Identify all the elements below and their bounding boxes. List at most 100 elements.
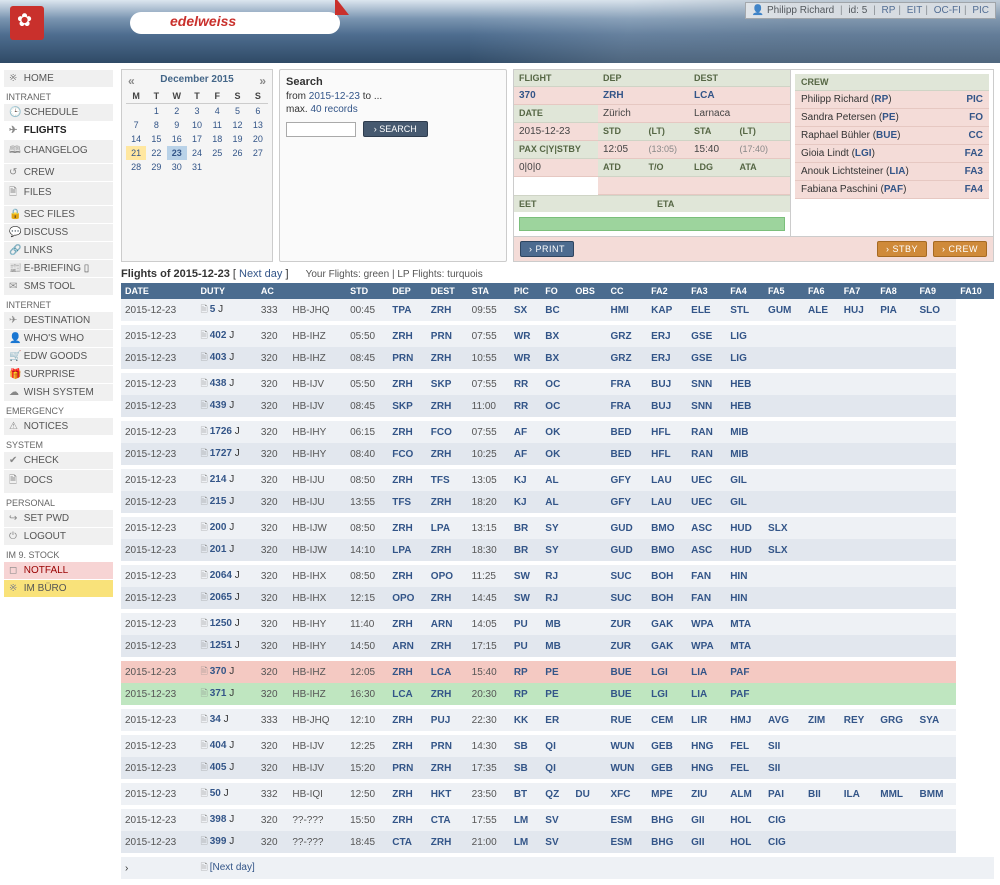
flight-row[interactable]: 2015-12-23🗎50 J332HB-IQI12:50ZRHHKT23:50… xyxy=(121,783,994,805)
topbar-link[interactable]: RP xyxy=(881,5,895,16)
flight-detail-panel: FLIGHT DEPDEST 370 ZRHLCA DATE ZürichLar… xyxy=(513,69,994,262)
topbar-link[interactable]: OC-FI xyxy=(934,5,961,16)
cal-day[interactable]: 28 xyxy=(126,160,146,174)
sidebar-item[interactable]: ↪ SET PWD xyxy=(4,510,113,527)
cal-day[interactable]: 19 xyxy=(227,132,247,146)
sidebar-item[interactable]: 💬 DISCUSS xyxy=(4,224,113,241)
sidebar-item[interactable]: ✔ CHECK xyxy=(4,452,113,469)
cal-day[interactable]: 24 xyxy=(187,146,207,160)
flight-row[interactable]: 2015-12-23🗎2064 J320HB-IHX08:50ZRHOPO11:… xyxy=(121,565,994,587)
flight-row[interactable]: 2015-12-23🗎1251 J320HB-IHY14:50ARNZRH17:… xyxy=(121,635,994,657)
cal-title: December 2015 xyxy=(160,74,233,85)
search-input[interactable] xyxy=(286,122,356,137)
sidebar-item[interactable]: ☁ WISH SYSTEM xyxy=(4,384,113,401)
cal-day[interactable]: 23 xyxy=(167,146,187,160)
sidebar-item[interactable]: ✉ SMS TOOL xyxy=(4,278,113,295)
cal-day[interactable]: 5 xyxy=(227,104,247,119)
sidebar-item[interactable]: 🛒 EDW GOODS xyxy=(4,348,113,365)
sidebar-item[interactable]: ✈ DESTINATION xyxy=(4,312,113,329)
sidebar-item[interactable]: ⏻ LOGOUT xyxy=(4,528,113,545)
cal-day[interactable] xyxy=(207,160,227,174)
flight-row[interactable]: 2015-12-23🗎1726 J320HB-IHY06:15ZRHFCO07:… xyxy=(121,421,994,443)
sidebar-item[interactable]: ↺ CREW xyxy=(4,164,113,181)
flight-row[interactable]: 2015-12-23🗎1250 J320HB-IHY11:40ZRHARN14:… xyxy=(121,613,994,635)
sidebar-item[interactable]: ※ IM BÜRO xyxy=(4,580,113,597)
sidebar-item[interactable]: 🔗 LINKS xyxy=(4,242,113,259)
sidebar-item[interactable]: 🔒 SEC FILES xyxy=(4,206,113,223)
cal-day[interactable]: 11 xyxy=(207,118,227,132)
print-button[interactable]: › PRINT xyxy=(520,241,574,257)
sidebar-item[interactable]: ⚠ NOTICES xyxy=(4,418,113,435)
app-header: edelweiss 👤 Philipp Richard | id: 5 | RP… xyxy=(0,0,1000,63)
flight-row[interactable]: 2015-12-23🗎5 J333HB-JHQ00:45TPAZRH09:55S… xyxy=(121,299,994,321)
sidebar-item[interactable]: 🕮 CHANGELOG xyxy=(4,140,113,163)
cal-day[interactable]: 25 xyxy=(207,146,227,160)
sidebar-item[interactable]: 👤 WHO'S WHO xyxy=(4,330,113,347)
flight-row[interactable]: 2015-12-23🗎371 J320HB-IHZ16:30LCAZRH20:3… xyxy=(121,683,994,705)
cal-day[interactable]: 20 xyxy=(248,132,268,146)
cal-day[interactable]: 12 xyxy=(227,118,247,132)
cal-day[interactable]: 18 xyxy=(207,132,227,146)
cal-prev[interactable]: « xyxy=(128,74,135,88)
cal-day[interactable] xyxy=(248,160,268,174)
sidebar-item[interactable]: ✈ FLIGHTS xyxy=(4,122,113,139)
sidebar-item[interactable]: 🗎 DOCS xyxy=(4,470,113,493)
cal-day[interactable]: 4 xyxy=(207,104,227,119)
cal-day[interactable]: 1 xyxy=(146,104,166,119)
calendar: « December 2015 » MTWTFSS123456789101112… xyxy=(121,69,273,262)
cal-day[interactable]: 26 xyxy=(227,146,247,160)
sidebar-item[interactable]: ◻ NOTFALL xyxy=(4,562,113,579)
cal-day[interactable]: 30 xyxy=(167,160,187,174)
cal-next[interactable]: » xyxy=(259,74,266,88)
flight-row[interactable]: 2015-12-23🗎2065 J320HB-IHX12:15OPOZRH14:… xyxy=(121,587,994,609)
sidebar-item[interactable]: ※ HOME xyxy=(4,70,113,87)
cal-day[interactable]: 21 xyxy=(126,146,146,160)
cal-day[interactable] xyxy=(227,160,247,174)
cal-day[interactable]: 22 xyxy=(146,146,166,160)
cal-day[interactable]: 13 xyxy=(248,118,268,132)
cal-day[interactable]: 2 xyxy=(167,104,187,119)
cal-day[interactable]: 7 xyxy=(126,118,146,132)
flight-row[interactable]: 2015-12-23🗎215 J320HB-IJU13:55TFSZRH18:2… xyxy=(121,491,994,513)
cal-day[interactable]: 17 xyxy=(187,132,207,146)
flight-row[interactable]: 2015-12-23🗎1727 J320HB-IHY08:40FCOZRH10:… xyxy=(121,443,994,465)
flight-row[interactable]: 2015-12-23🗎398 J320??-???15:50ZRHCTA17:5… xyxy=(121,809,994,831)
search-from-date[interactable]: 2015-12-23 xyxy=(309,91,360,102)
topbar-link[interactable]: EIT xyxy=(907,5,923,16)
cal-day[interactable]: 29 xyxy=(146,160,166,174)
cal-day[interactable]: 6 xyxy=(248,104,268,119)
flight-row[interactable]: 2015-12-23🗎200 J320HB-IJW08:50ZRHLPA13:1… xyxy=(121,517,994,539)
flight-row[interactable]: 2015-12-23🗎201 J320HB-IJW14:10LPAZRH18:3… xyxy=(121,539,994,561)
flight-row[interactable]: 2015-12-23🗎402 J320HB-IHZ05:50ZRHPRN07:5… xyxy=(121,325,994,347)
search-max-records[interactable]: 40 records xyxy=(310,104,357,115)
flight-row[interactable]: 2015-12-23🗎34 J333HB-JHQ12:10ZRHPUJ22:30… xyxy=(121,709,994,731)
cal-day[interactable]: 31 xyxy=(187,160,207,174)
flight-row[interactable]: 2015-12-23🗎214 J320HB-IJU08:50ZRHTFS13:0… xyxy=(121,469,994,491)
search-button[interactable]: › SEARCH xyxy=(363,121,428,137)
flight-row[interactable]: 2015-12-23🗎403 J320HB-IHZ08:45PRNZRH10:5… xyxy=(121,347,994,369)
flight-row[interactable]: 2015-12-23🗎405 J320HB-IJV15:20PRNZRH17:3… xyxy=(121,757,994,779)
flight-row[interactable]: 2015-12-23🗎370 J320HB-IHZ12:05ZRHLCA15:4… xyxy=(121,661,994,683)
cal-day[interactable]: 14 xyxy=(126,132,146,146)
flight-row[interactable]: 2015-12-23🗎404 J320HB-IJV12:25ZRHPRN14:3… xyxy=(121,735,994,757)
cal-day[interactable]: 27 xyxy=(248,146,268,160)
flight-row[interactable]: 2015-12-23🗎399 J320??-???18:45CTAZRH21:0… xyxy=(121,831,994,853)
sidebar-item[interactable]: 🕒 SCHEDULE xyxy=(4,104,113,121)
cal-day[interactable]: 8 xyxy=(146,118,166,132)
cal-day[interactable]: 16 xyxy=(167,132,187,146)
crew-button[interactable]: › CREW xyxy=(933,241,987,257)
flight-row[interactable]: 2015-12-23🗎439 J320HB-IJV08:45SKPZRH11:0… xyxy=(121,395,994,417)
topbar-link[interactable]: PIC xyxy=(972,5,989,16)
cal-day[interactable]: 15 xyxy=(146,132,166,146)
cal-day[interactable]: 3 xyxy=(187,104,207,119)
sidebar-item[interactable]: 📰 E-BRIEFING ▯ xyxy=(4,260,113,277)
flight-row[interactable]: 2015-12-23🗎438 J320HB-IJV05:50ZRHSKP07:5… xyxy=(121,373,994,395)
next-day-bottom[interactable]: [Next day] xyxy=(210,862,255,873)
next-day-link[interactable]: Next day xyxy=(239,268,282,280)
cal-day[interactable] xyxy=(126,104,146,119)
cal-day[interactable]: 10 xyxy=(187,118,207,132)
stby-button[interactable]: › STBY xyxy=(877,241,927,257)
cal-day[interactable]: 9 xyxy=(167,118,187,132)
sidebar-item[interactable]: 🗎 FILES xyxy=(4,182,113,205)
sidebar-item[interactable]: 🎁 SURPRISE xyxy=(4,366,113,383)
